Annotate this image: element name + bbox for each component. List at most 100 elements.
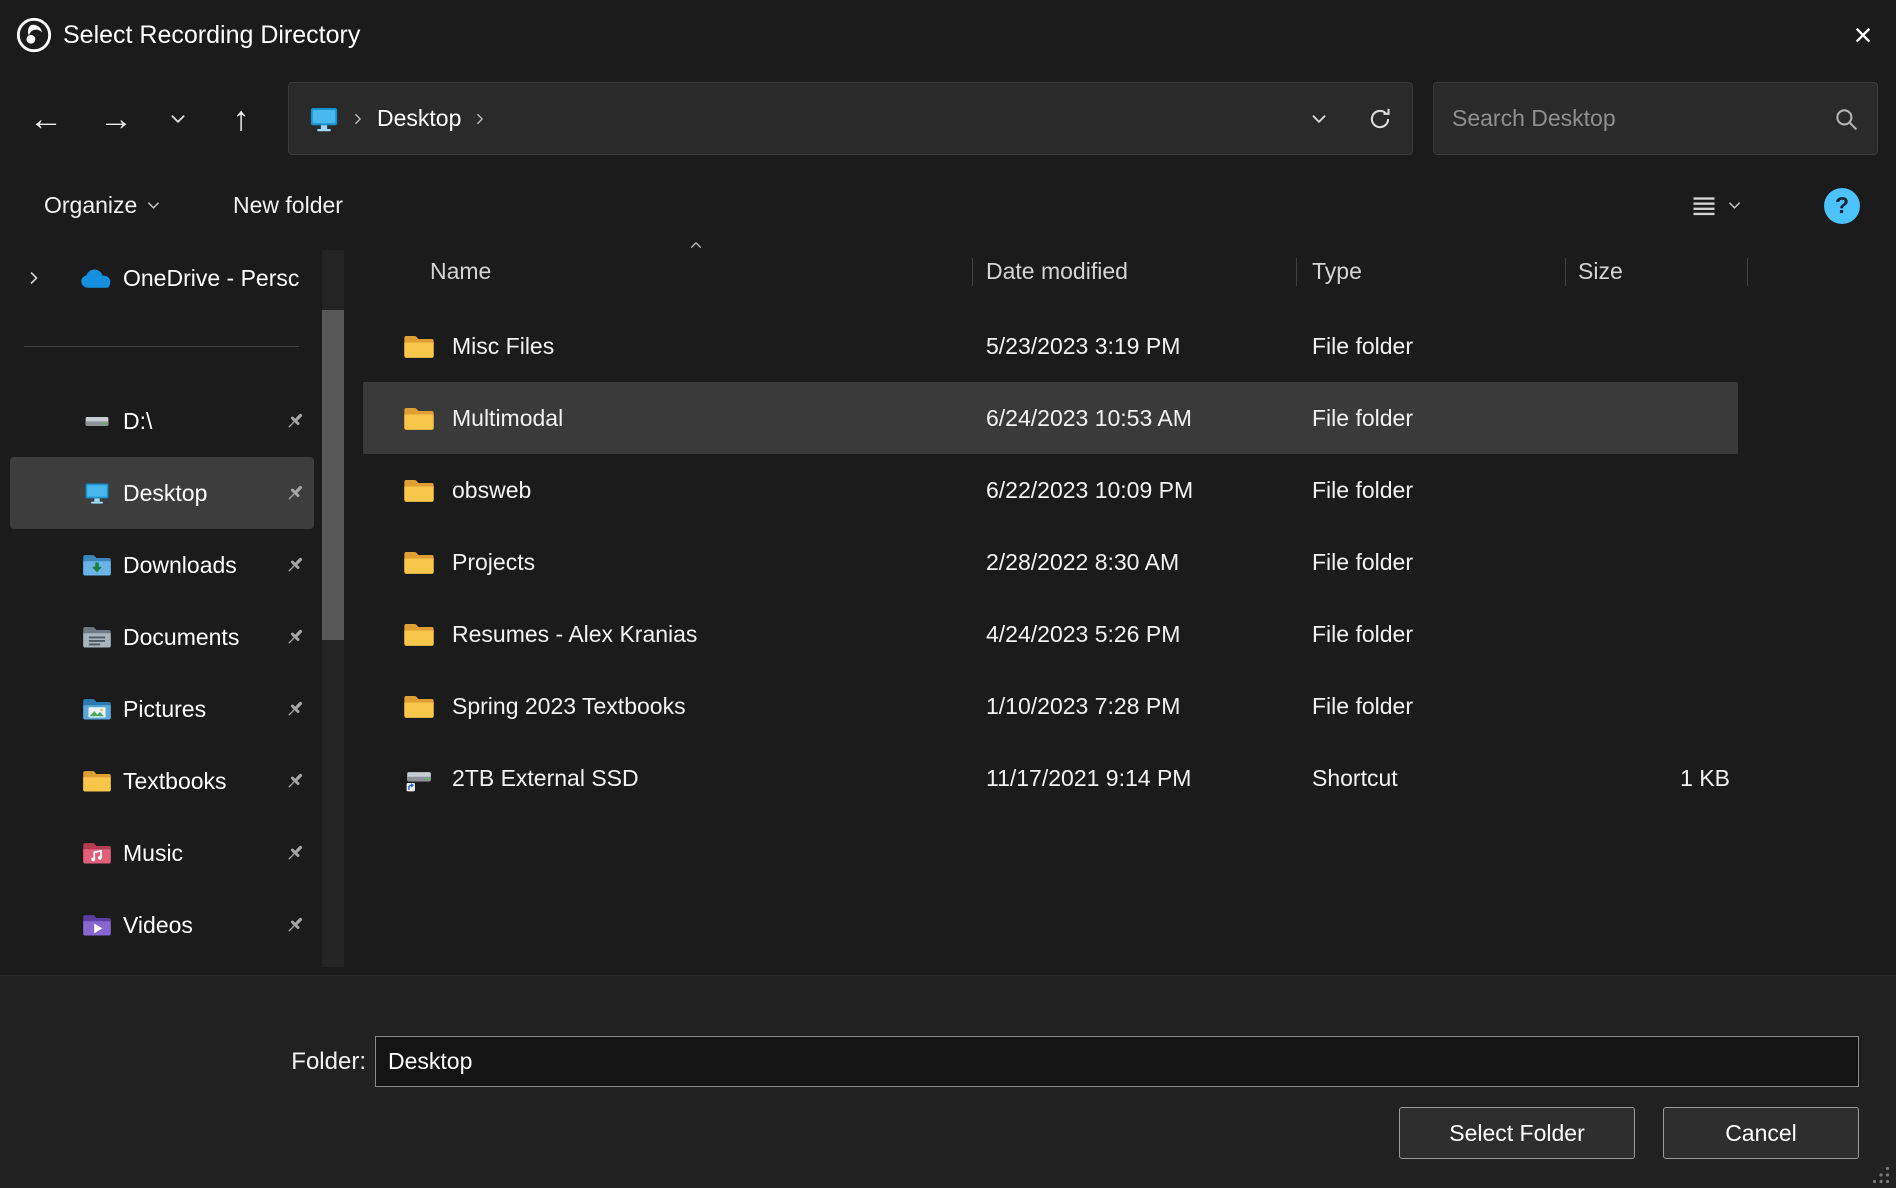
search-input[interactable] (1434, 82, 1833, 155)
back-button[interactable]: ← (20, 86, 72, 152)
help-button[interactable]: ? (1824, 169, 1860, 242)
desktop-icon (309, 104, 339, 134)
sidebar-item-videos[interactable]: Videos (10, 889, 314, 961)
name-cell: Multimodal (363, 405, 973, 432)
pin-icon[interactable] (282, 408, 308, 434)
folder-name-input[interactable] (375, 1036, 1859, 1087)
file-row-resumes[interactable]: Resumes - Alex Kranias 4/24/2023 5:26 PM… (363, 598, 1738, 670)
sidebar-pinned-items: D:\ Desktop Downloads Documents (0, 385, 363, 961)
sidebar-item-pictures[interactable]: Pictures (10, 673, 314, 745)
type-cell: File folder (1297, 477, 1566, 504)
folder-icon (403, 549, 435, 576)
sidebar-item-label: Documents (123, 624, 239, 651)
column-header-type[interactable]: Type (1297, 242, 1566, 300)
file-name: 2TB External SSD (452, 765, 639, 792)
pin-icon[interactable] (282, 912, 308, 938)
navigation-bar: ← → ↑ Desktop (0, 70, 1896, 169)
cancel-button[interactable]: Cancel (1663, 1107, 1859, 1159)
organize-button[interactable]: Organize (44, 169, 161, 242)
sidebar-item-downloads[interactable]: Downloads (10, 529, 314, 601)
sidebar-item-label: Textbooks (123, 768, 227, 795)
refresh-button[interactable] (1348, 83, 1412, 154)
address-bar[interactable]: Desktop (288, 82, 1413, 155)
file-row-external-ssd[interactable]: 2TB External SSD 11/17/2021 9:14 PM Shor… (363, 742, 1738, 814)
folder-icon (403, 693, 435, 720)
sidebar-item-documents[interactable]: Documents (10, 601, 314, 673)
folder-icon (403, 405, 435, 432)
sidebar-item-textbooks[interactable]: Textbooks (10, 745, 314, 817)
close-icon: × (1854, 17, 1873, 54)
forward-button[interactable]: → (90, 86, 142, 152)
videos-icon (82, 912, 112, 938)
folder-icon (403, 621, 435, 648)
column-label: Type (1312, 258, 1362, 285)
up-button[interactable]: ↑ (212, 86, 270, 152)
name-cell: Misc Files (363, 333, 973, 360)
close-button[interactable]: × (1830, 0, 1896, 70)
column-header-name[interactable]: Name (363, 242, 973, 300)
date-modified-cell: 6/22/2023 10:09 PM (973, 477, 1297, 504)
change-view-button[interactable] (1690, 169, 1742, 242)
folder-icon (82, 768, 112, 794)
downloads-icon (82, 552, 112, 578)
expand-chevron-icon[interactable] (26, 270, 42, 286)
sidebar-item-desktop[interactable]: Desktop (10, 457, 314, 529)
pin-icon[interactable] (282, 696, 308, 722)
name-cell: Resumes - Alex Kranias (363, 621, 973, 648)
name-cell: 2TB External SSD (363, 765, 973, 792)
cancel-label: Cancel (1725, 1120, 1797, 1147)
sidebar-divider (24, 346, 299, 347)
title-bar: Select Recording Directory × (0, 0, 1896, 70)
sidebar-item-label: Music (123, 840, 183, 867)
date-modified-cell: 2/28/2022 8:30 AM (973, 549, 1297, 576)
file-row-obsweb[interactable]: obsweb 6/22/2023 10:09 PM File folder (363, 454, 1738, 526)
column-header-size[interactable]: Size (1566, 242, 1748, 300)
type-cell: File folder (1297, 621, 1566, 648)
help-icon: ? (1824, 188, 1860, 224)
file-name: Multimodal (452, 405, 563, 432)
pin-icon[interactable] (282, 624, 308, 650)
type-cell: File folder (1297, 549, 1566, 576)
obs-logo-icon (15, 16, 53, 54)
name-cell: Projects (363, 549, 973, 576)
scrollbar-thumb[interactable] (322, 310, 344, 640)
date-modified-cell: 6/24/2023 10:53 AM (973, 405, 1297, 432)
address-dropdown-button[interactable] (1290, 83, 1348, 154)
breadcrumb[interactable]: Desktop (377, 105, 461, 132)
name-cell: Spring 2023 Textbooks (363, 693, 973, 720)
sidebar-item-music[interactable]: Music (10, 817, 314, 889)
chevron-down-icon (169, 110, 187, 128)
new-folder-button[interactable]: New folder (233, 169, 343, 242)
resize-grip[interactable] (1871, 1165, 1891, 1185)
sidebar-item-onedrive[interactable]: OneDrive - Persc (0, 248, 320, 308)
sidebar-item-label: D:\ (123, 408, 152, 435)
pin-icon[interactable] (282, 768, 308, 794)
column-label: Name (430, 258, 491, 285)
select-folder-button[interactable]: Select Folder (1399, 1107, 1635, 1159)
search-icon[interactable] (1833, 106, 1859, 132)
file-row-misc-files[interactable]: Misc Files 5/23/2023 3:19 PM File folder (363, 310, 1738, 382)
file-list: Name Date modified Type Size Misc Files (363, 242, 1896, 975)
sidebar-item-d-drive[interactable]: D:\ (10, 385, 314, 457)
file-row-multimodal[interactable]: Multimodal 6/24/2023 10:53 AM File folde… (363, 382, 1738, 454)
column-label: Size (1578, 258, 1623, 285)
pin-icon[interactable] (282, 840, 308, 866)
command-toolbar: Organize New folder ? (0, 169, 1896, 242)
back-arrow-icon: ← (29, 102, 63, 136)
refresh-icon (1367, 106, 1393, 132)
pin-icon[interactable] (282, 480, 308, 506)
file-name: Projects (452, 549, 535, 576)
file-row-projects[interactable]: Projects 2/28/2022 8:30 AM File folder (363, 526, 1738, 598)
search-box (1433, 82, 1878, 155)
recent-locations-button[interactable] (155, 86, 201, 152)
type-cell: File folder (1297, 333, 1566, 360)
onedrive-icon (80, 266, 114, 290)
sidebar-scrollbar[interactable] (322, 250, 344, 967)
folder-icon (403, 333, 435, 360)
select-recording-directory-dialog: Select Recording Directory × ← → ↑ Deskt… (0, 0, 1896, 1188)
file-name: Spring 2023 Textbooks (452, 693, 686, 720)
column-header-date-modified[interactable]: Date modified (973, 242, 1297, 300)
drive-icon (82, 408, 112, 434)
pin-icon[interactable] (282, 552, 308, 578)
file-row-spring-textbooks[interactable]: Spring 2023 Textbooks 1/10/2023 7:28 PM … (363, 670, 1738, 742)
